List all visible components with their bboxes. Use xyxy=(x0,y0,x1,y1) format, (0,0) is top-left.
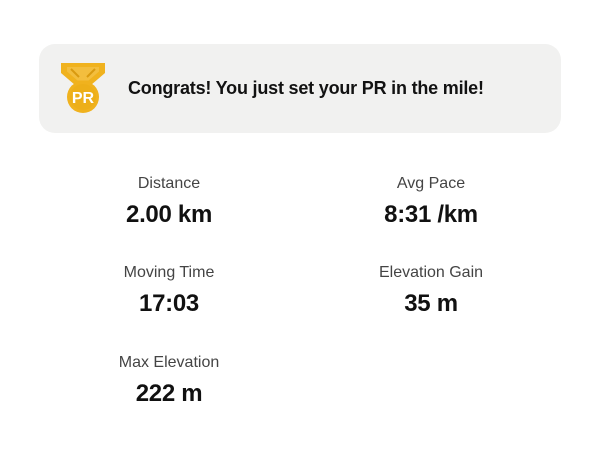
stat-elevation-gain: Elevation Gain 35 m xyxy=(321,263,541,319)
stat-value-max-elevation: 222 m xyxy=(135,380,203,407)
stat-value-moving-time: 17:03 xyxy=(139,290,199,317)
pr-congrats-message: Congrats! You just set your PR in the mi… xyxy=(128,78,484,98)
stat-label-moving-time: Moving Time xyxy=(123,264,215,281)
stat-label-max-elevation: Max Elevation xyxy=(118,354,220,371)
pr-achievement-banner: PR Congrats! You just set your PR in the… xyxy=(39,44,561,133)
stat-value-distance: 2.00 km xyxy=(126,201,212,228)
stat-value-avg-pace: 8:31 /km xyxy=(384,201,478,228)
stat-moving-time: Moving Time 17:03 xyxy=(59,263,279,319)
stat-value-elevation-gain: 35 m xyxy=(404,290,458,317)
pr-medal-text: PR xyxy=(72,90,95,107)
pr-medal-icon: PR xyxy=(61,63,105,113)
stat-label-elevation-gain: Elevation Gain xyxy=(378,264,484,281)
stat-label-distance: Distance xyxy=(137,175,201,192)
stat-label-avg-pace: Avg Pace xyxy=(396,175,466,192)
stat-avg-pace: Avg Pace 8:31 /km xyxy=(321,174,541,230)
stat-distance: Distance 2.00 km xyxy=(59,174,279,230)
stat-max-elevation: Max Elevation 222 m xyxy=(59,353,279,409)
